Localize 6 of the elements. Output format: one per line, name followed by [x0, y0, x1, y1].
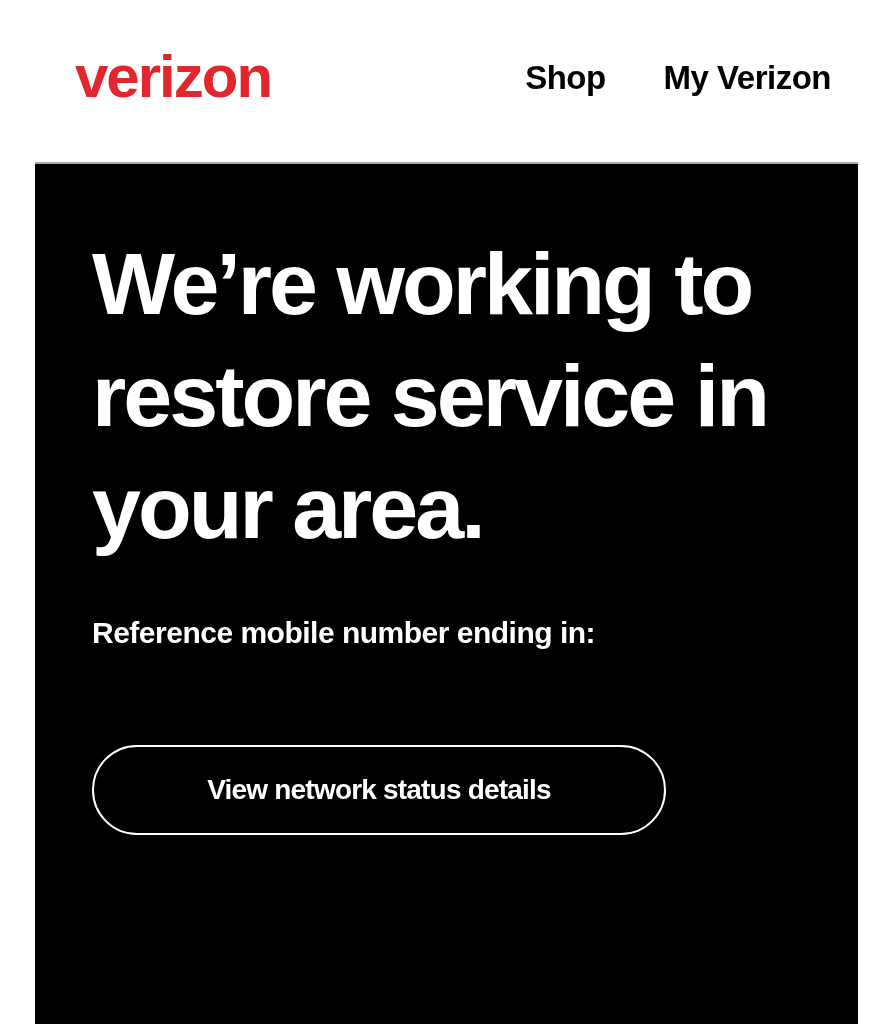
nav-link[interactable]: My Verizon: [663, 60, 831, 94]
network-status-button[interactable]: View network status details: [92, 745, 666, 835]
verizon-logo[interactable]: verizon: [75, 47, 272, 107]
reference-label: Reference mobile number ending in:: [92, 615, 597, 651]
headline: We’re working to restore service in your area.: [92, 233, 768, 559]
nav-link[interactable]: Shop: [525, 60, 606, 94]
